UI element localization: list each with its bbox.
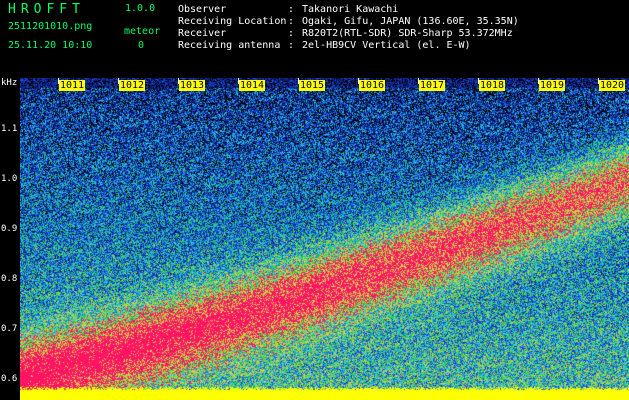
time-tick: 1014 <box>239 80 266 91</box>
station-info: Observer: Takanori Kawachi Receiving Loca… <box>178 4 519 52</box>
time-tick: 1011 <box>59 80 86 91</box>
time-tick: 1020 <box>599 80 626 91</box>
meteor-count: 0 <box>138 40 145 51</box>
app-version: 1.0.0 <box>125 3 156 14</box>
time-tick: 1012 <box>119 80 146 91</box>
info-value: R820T2(RTL-SDR) SDR-Sharp 53.372MHz <box>302 28 513 39</box>
info-row-observer: Observer: Takanori Kawachi <box>178 4 519 16</box>
info-key: Receiving Location <box>178 16 287 27</box>
frequency-unit: kHz <box>1 78 18 88</box>
header: HROFFT 1.0.0 2511201010.png 25.11.20 10:… <box>0 0 629 78</box>
time-tick: 1015 <box>299 80 326 91</box>
time-tick: 1018 <box>479 80 506 91</box>
info-value: Ogaki, Gifu, JAPAN (136.60E, 35.35N) <box>302 16 519 27</box>
y-label: 0.9 <box>1 224 18 234</box>
spectrogram-plot: 1011 1012 1013 1014 1015 1016 1017 1018 … <box>20 78 629 400</box>
info-value: 2el-HB9CV Vertical (el. E-W) <box>302 40 471 51</box>
y-label: 0.8 <box>1 274 18 284</box>
time-tick: 1013 <box>179 80 206 91</box>
waterfall-canvas <box>20 78 629 400</box>
time-tick: 1019 <box>539 80 566 91</box>
time-tick: 1016 <box>359 80 386 91</box>
info-row-antenna: Receiving antenna:2el-HB9CV Vertical (el… <box>178 40 519 52</box>
info-key: Observer <box>178 4 227 15</box>
info-value: Takanori Kawachi <box>302 4 399 15</box>
file-name: 2511201010.png <box>8 21 93 32</box>
y-label: 1.1 <box>1 124 18 134</box>
info-key: Receiver <box>178 28 227 39</box>
date-time: 25.11.20 10:10 <box>8 40 93 51</box>
app-title: HROFFT <box>8 2 85 17</box>
info-separator: : <box>288 4 295 15</box>
info-key: Receiving antenna <box>178 40 281 51</box>
y-label: 0.6 <box>1 374 18 384</box>
meteor-label: meteor <box>124 26 161 37</box>
y-label: 1.0 <box>1 174 18 184</box>
info-row-receiver: Receiver: R820T2(RTL-SDR) SDR-Sharp 53.37… <box>178 28 519 40</box>
y-label: 0.7 <box>1 324 18 334</box>
frequency-axis: kHz 1.1 1.0 0.9 0.8 0.7 0.6 <box>0 78 20 400</box>
info-separator: : <box>288 40 295 51</box>
info-separator: : <box>288 16 295 27</box>
info-separator: : <box>288 28 295 39</box>
time-tick: 1017 <box>419 80 446 91</box>
info-row-location: Receiving Location: Ogaki, Gifu, JAPAN (1… <box>178 16 519 28</box>
